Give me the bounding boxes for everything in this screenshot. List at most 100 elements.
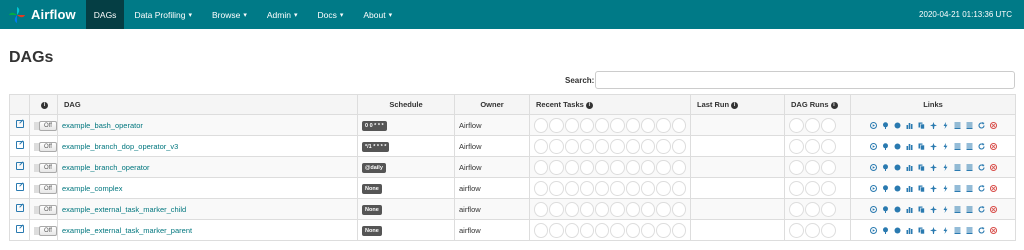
task-state-circle[interactable] [579,222,595,238]
task-state-circle[interactable] [671,117,686,133]
dag-toggle[interactable]: Off [34,120,57,131]
tree-view-icon[interactable] [882,226,889,234]
dag-link[interactable]: example_external_task_marker_parent [62,226,192,235]
dag-link[interactable]: example_bash_operator [62,121,143,130]
tree-view-icon[interactable] [882,142,889,150]
task-state-circle[interactable] [671,138,686,154]
dag-toggle[interactable]: Off [34,183,57,194]
logs-icon[interactable] [966,206,973,213]
task-state-circle[interactable] [610,201,625,217]
landing-times-icon[interactable] [929,184,937,192]
task-state-circle[interactable] [549,222,564,238]
landing-times-icon[interactable] [929,226,937,234]
landing-times-icon[interactable] [929,121,937,129]
graph-view-icon[interactable] [894,143,901,150]
run-state-circle[interactable] [821,159,836,175]
landing-times-icon[interactable] [929,163,937,171]
dag-link[interactable]: example_branch_dop_operator_v3 [62,142,178,151]
edit-icon[interactable] [15,120,24,128]
edit-icon[interactable] [15,162,24,170]
task-state-circle[interactable] [656,159,671,175]
task-state-circle[interactable] [534,201,549,217]
task-state-circle[interactable] [610,117,625,133]
task-state-circle[interactable] [564,180,579,196]
task-tries-icon[interactable] [918,143,925,150]
graph-view-icon[interactable] [894,185,901,192]
task-state-circle[interactable] [656,222,671,238]
run-state-circle[interactable] [821,222,836,238]
refresh-icon[interactable] [978,163,985,171]
task-state-circle[interactable] [625,201,641,217]
delete-icon[interactable] [989,226,997,234]
tree-view-icon[interactable] [882,163,889,171]
task-state-circle[interactable] [534,159,549,175]
run-state-circle[interactable] [821,180,836,196]
task-duration-icon[interactable] [906,143,913,150]
task-duration-icon[interactable] [906,164,913,171]
nav-item-data-profiling[interactable]: Data Profiling ▾ [124,0,202,29]
header-schedule[interactable]: Schedule [357,94,455,115]
delete-icon[interactable] [989,121,997,129]
code-icon[interactable] [954,122,961,129]
task-state-circle[interactable] [625,138,641,154]
delete-icon[interactable] [989,163,997,171]
nav-item-docs[interactable]: Docs ▾ [307,0,353,29]
task-state-circle[interactable] [564,117,579,133]
run-state-circle[interactable] [805,180,820,196]
task-state-circle[interactable] [564,201,579,217]
task-state-circle[interactable] [595,117,610,133]
landing-times-icon[interactable] [929,142,937,150]
task-state-circle[interactable] [625,159,641,175]
task-state-circle[interactable] [579,159,595,175]
task-state-circle[interactable] [641,180,656,196]
dag-link[interactable]: example_external_task_marker_child [62,205,186,214]
nav-item-about[interactable]: About ▾ [353,0,402,29]
gantt-icon[interactable] [942,205,949,213]
trigger-dag-icon[interactable] [869,205,877,213]
task-state-circle[interactable] [595,222,610,238]
delete-icon[interactable] [989,142,997,150]
task-duration-icon[interactable] [906,122,913,129]
task-state-circle[interactable] [671,180,686,196]
task-state-circle[interactable] [656,201,671,217]
delete-icon[interactable] [989,184,997,192]
tree-view-icon[interactable] [882,121,889,129]
run-state-circle[interactable] [789,159,804,175]
run-state-circle[interactable] [789,138,804,154]
header-dag[interactable]: DAG [57,94,358,115]
logs-icon[interactable] [966,122,973,129]
gantt-icon[interactable] [942,184,949,192]
run-state-circle[interactable] [805,222,820,238]
trigger-dag-icon[interactable] [869,163,877,171]
header-owner[interactable]: Owner [454,94,530,115]
run-state-circle[interactable] [805,117,820,133]
logs-icon[interactable] [966,164,973,171]
delete-icon[interactable] [989,205,997,213]
run-state-circle[interactable] [805,138,820,154]
task-state-circle[interactable] [641,222,656,238]
task-state-circle[interactable] [641,138,656,154]
dag-toggle[interactable]: Off [34,162,57,173]
code-icon[interactable] [954,206,961,213]
task-state-circle[interactable] [610,180,625,196]
dag-toggle[interactable]: Off [34,141,57,152]
gantt-icon[interactable] [942,163,949,171]
task-state-circle[interactable] [579,180,595,196]
refresh-icon[interactable] [978,205,985,213]
tree-view-icon[interactable] [882,205,889,213]
task-tries-icon[interactable] [918,164,925,171]
tree-view-icon[interactable] [882,184,889,192]
trigger-dag-icon[interactable] [869,121,877,129]
task-state-circle[interactable] [641,117,656,133]
task-state-circle[interactable] [549,159,564,175]
task-state-circle[interactable] [534,117,549,133]
graph-view-icon[interactable] [894,122,901,129]
graph-view-icon[interactable] [894,227,901,234]
trigger-dag-icon[interactable] [869,184,877,192]
run-state-circle[interactable] [789,117,804,133]
task-state-circle[interactable] [549,180,564,196]
task-tries-icon[interactable] [918,185,925,192]
task-state-circle[interactable] [579,201,595,217]
edit-icon[interactable] [15,183,24,191]
dag-toggle[interactable]: Off [34,204,57,215]
